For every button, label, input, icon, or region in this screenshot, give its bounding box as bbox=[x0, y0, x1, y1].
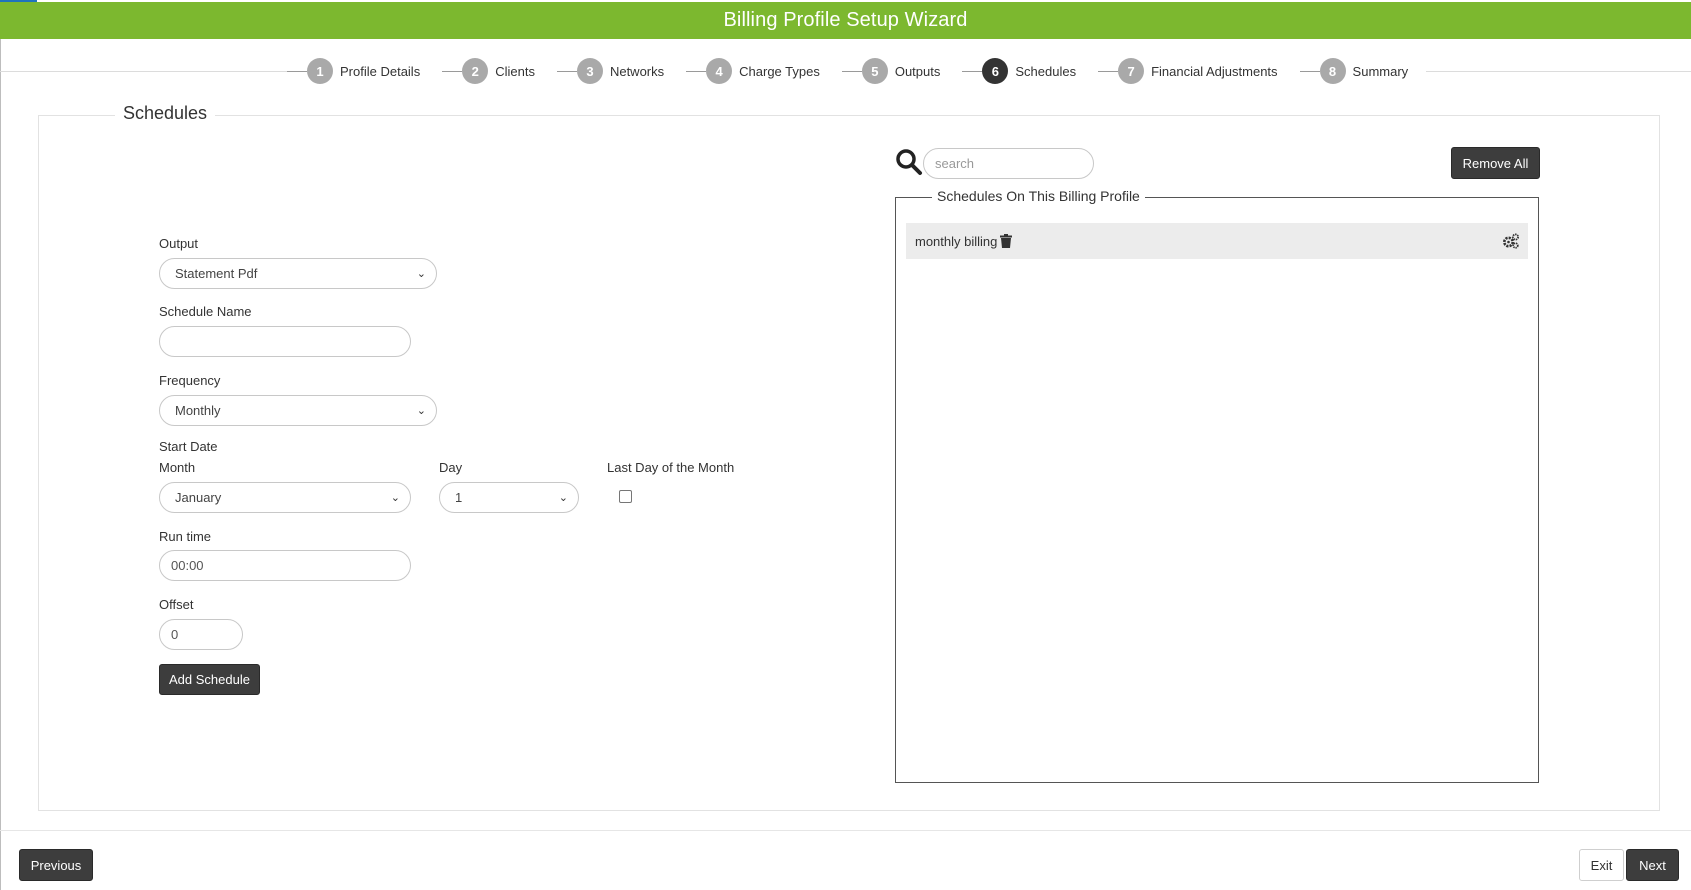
step-label: Schedules bbox=[1015, 63, 1077, 79]
chevron-down-icon: ⌄ bbox=[416, 405, 426, 417]
step-label: Clients bbox=[495, 63, 535, 79]
add-schedule-button[interactable]: Add Schedule bbox=[159, 664, 260, 695]
wizard-stepper: 1 Profile Details 2 Clients 3 Networks 4… bbox=[287, 56, 1427, 86]
day-select[interactable]: 1 ⌄ bbox=[439, 482, 579, 513]
schedules-list-title: Schedules On This Billing Profile bbox=[932, 188, 1145, 204]
step-number: 8 bbox=[1319, 58, 1346, 84]
month-select-value: January bbox=[175, 490, 222, 505]
step-charge-types[interactable]: 4 Charge Types bbox=[686, 56, 842, 86]
month-label: Month bbox=[159, 460, 196, 475]
step-summary[interactable]: 8 Summary bbox=[1299, 56, 1427, 86]
footer-divider bbox=[0, 830, 1691, 831]
step-number: 6 bbox=[982, 58, 1009, 84]
step-label: Summary bbox=[1352, 63, 1409, 79]
step-label: Profile Details bbox=[340, 63, 421, 79]
step-profile-details[interactable]: 1 Profile Details bbox=[287, 56, 443, 86]
step-connector bbox=[556, 70, 577, 72]
schedule-row[interactable]: monthly billing bbox=[906, 223, 1528, 259]
remove-all-button[interactable]: Remove All bbox=[1451, 147, 1540, 179]
chevron-down-icon: ⌄ bbox=[558, 492, 568, 504]
last-day-label: Last Day of the Month bbox=[607, 460, 735, 475]
gears-icon[interactable] bbox=[1502, 233, 1520, 249]
step-connector bbox=[1098, 70, 1119, 72]
offset-value: 0 bbox=[171, 627, 179, 642]
step-connector bbox=[962, 70, 983, 72]
window-left-edge bbox=[0, 0, 1, 890]
run-time-input[interactable]: 00:00 bbox=[159, 550, 411, 581]
step-label: Networks bbox=[609, 63, 665, 79]
step-label: Charge Types bbox=[739, 63, 820, 79]
month-select[interactable]: January ⌄ bbox=[159, 482, 411, 513]
next-button[interactable]: Next bbox=[1626, 849, 1679, 881]
step-connector bbox=[841, 70, 862, 72]
panel-title: Schedules bbox=[115, 103, 216, 124]
search-input[interactable]: search bbox=[923, 148, 1094, 179]
day-select-value: 1 bbox=[455, 490, 463, 505]
chevron-down-icon: ⌄ bbox=[416, 268, 426, 280]
search-icon bbox=[896, 149, 922, 175]
offset-input[interactable]: 0 bbox=[159, 619, 243, 650]
step-label: Outputs bbox=[894, 63, 941, 79]
schedule-name: monthly billing bbox=[915, 233, 998, 249]
frequency-label: Frequency bbox=[159, 373, 221, 388]
step-schedules[interactable]: 6 Schedules bbox=[962, 56, 1099, 86]
page-title: Billing Profile Setup Wizard bbox=[723, 9, 968, 31]
previous-button[interactable]: Previous bbox=[19, 849, 93, 881]
step-connector bbox=[686, 70, 707, 72]
schedule-name-label: Schedule Name bbox=[159, 304, 252, 319]
frequency-select-value: Monthly bbox=[175, 403, 221, 418]
step-label: Financial Adjustments bbox=[1151, 63, 1278, 79]
header-bar: Billing Profile Setup Wizard bbox=[0, 2, 1691, 39]
run-time-label: Run time bbox=[159, 529, 212, 544]
step-number: 4 bbox=[706, 58, 733, 84]
offset-label: Offset bbox=[159, 597, 194, 612]
step-networks[interactable]: 3 Networks bbox=[556, 56, 687, 86]
run-time-value: 00:00 bbox=[171, 558, 204, 573]
step-outputs[interactable]: 5 Outputs bbox=[841, 56, 963, 86]
exit-button[interactable]: Exit bbox=[1579, 849, 1624, 881]
trash-icon[interactable] bbox=[1000, 234, 1013, 248]
output-select[interactable]: Statement Pdf ⌄ bbox=[159, 258, 437, 289]
step-connector bbox=[442, 70, 463, 72]
step-connector bbox=[1299, 70, 1320, 72]
schedules-list-box: Schedules On This Billing Profile monthl… bbox=[895, 188, 1539, 783]
search-placeholder: search bbox=[935, 156, 975, 171]
step-number: 5 bbox=[861, 58, 888, 84]
last-day-checkbox[interactable] bbox=[619, 490, 632, 503]
frequency-select[interactable]: Monthly ⌄ bbox=[159, 395, 437, 426]
day-label: Day bbox=[439, 460, 463, 475]
step-financial-adjustments[interactable]: 7 Financial Adjustments bbox=[1098, 56, 1300, 86]
step-number: 2 bbox=[462, 58, 489, 84]
step-clients[interactable]: 2 Clients bbox=[442, 56, 557, 86]
chevron-down-icon: ⌄ bbox=[390, 492, 400, 504]
step-number: 1 bbox=[307, 58, 333, 84]
step-connector bbox=[287, 70, 307, 72]
start-date-label: Start Date bbox=[159, 439, 218, 454]
schedule-name-input[interactable] bbox=[159, 326, 411, 357]
step-number: 7 bbox=[1118, 58, 1145, 84]
step-number: 3 bbox=[576, 58, 603, 84]
output-label: Output bbox=[159, 236, 199, 251]
output-select-value: Statement Pdf bbox=[175, 266, 258, 281]
